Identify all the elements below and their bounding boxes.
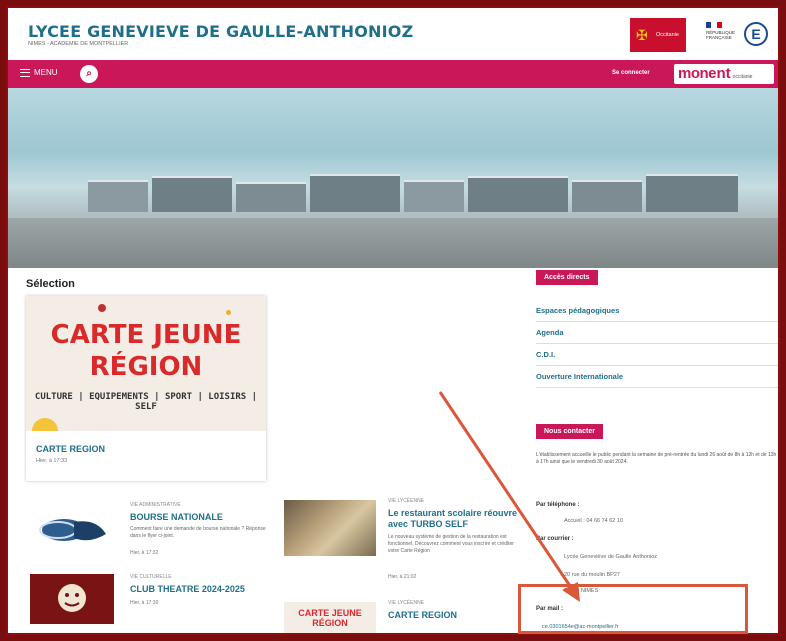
annotation-highlight-box bbox=[518, 584, 748, 634]
article-title[interactable]: CLUB THEATRE 2024-2025 bbox=[130, 584, 270, 595]
region-logo[interactable]: ✠ Occitanie bbox=[630, 18, 686, 52]
phone-value[interactable]: Accueil : 04 66 74 62 10 bbox=[564, 518, 623, 524]
ent-logo-mon: mon bbox=[678, 65, 709, 82]
quick-item-agenda[interactable]: Agenda bbox=[536, 322, 778, 344]
occitanie-cross-icon: ✠ bbox=[636, 27, 648, 43]
carte-jeune-image[interactable]: CARTE JEUNE RÉGION CULTURE | EQUIPEMENTS… bbox=[26, 296, 266, 431]
mail-label: Par courrier : bbox=[536, 536, 574, 542]
thumbnail-line-2: RÉGION bbox=[312, 618, 348, 628]
carte-region-thumbnail[interactable]: CARTE JEUNE RÉGION bbox=[284, 602, 376, 633]
article-description: Le nouveau système de gestion de la rest… bbox=[388, 534, 514, 554]
article-title[interactable]: Le restaurant scolaire réouvre avec TURB… bbox=[388, 508, 518, 530]
image-categories: CULTURE | EQUIPEMENTS | SPORT | LOISIRS … bbox=[34, 392, 258, 412]
article-date: Hier, à 17:30 bbox=[130, 600, 159, 606]
article-card-bourse[interactable]: VIE ADMINISTRATIVE BOURSE NATIONALE Comm… bbox=[26, 498, 276, 568]
ent-logo[interactable]: mon ent occitanie bbox=[674, 64, 774, 84]
ent-logo-ent: ent bbox=[708, 65, 731, 82]
nav-bar: MENU ⌕ Se connecter mon ent occitanie bbox=[8, 60, 778, 88]
featured-article-card[interactable]: CARTE JEUNE RÉGION CULTURE | EQUIPEMENTS… bbox=[26, 296, 266, 481]
quick-access-label: Accès directs bbox=[536, 270, 598, 285]
article-title[interactable]: BOURSE NATIONALE bbox=[130, 512, 270, 523]
browser-frame: LYCEE GENEVIEVE DE GAULLE-ANTHONIOZ NIME… bbox=[6, 6, 780, 635]
article-date: Hier, à 17:32 bbox=[130, 550, 159, 556]
banner-image bbox=[8, 88, 778, 268]
theatre-masks-icon bbox=[58, 584, 86, 612]
theatre-thumbnail[interactable] bbox=[30, 574, 114, 624]
euro-notes-icon bbox=[39, 519, 106, 541]
site-title[interactable]: LYCEE GENEVIEVE DE GAULLE-ANTHONIOZ bbox=[28, 22, 413, 41]
republic-logo: RÉPUBLIQUE FRANÇAISE bbox=[706, 22, 735, 40]
article-date: Hier, à 21:02 bbox=[388, 574, 417, 580]
quick-item-international[interactable]: Ouverture Internationale bbox=[536, 366, 778, 388]
article-title[interactable]: CARTE REGION bbox=[388, 610, 518, 621]
article-category: VIE LYCÉENNE bbox=[388, 498, 425, 504]
french-flag-icon bbox=[706, 22, 722, 28]
image-headline-2: RÉGION bbox=[89, 352, 203, 382]
article-category: VIE ADMINISTRATIVE bbox=[130, 502, 181, 508]
education-logo: E bbox=[744, 22, 768, 46]
menu-label: MENU bbox=[34, 68, 58, 77]
selection-title: Sélection bbox=[26, 278, 75, 290]
decoration-dot bbox=[226, 310, 231, 315]
article-card-carte-region[interactable]: CARTE JEUNE RÉGION VIE LYCÉENNE CARTE RE… bbox=[284, 598, 524, 633]
quick-item-cdi[interactable]: C.D.I. bbox=[536, 344, 778, 366]
site-subtitle: NIMES - ACADEMIE DE MONTPELLIER bbox=[28, 41, 129, 47]
decoration-blob bbox=[32, 418, 58, 431]
school-building-illustration bbox=[88, 174, 738, 212]
bourse-thumbnail[interactable] bbox=[26, 504, 116, 554]
featured-article-date: Hier, à 17:33 bbox=[36, 458, 68, 464]
region-logo-text: Occitanie bbox=[656, 31, 679, 38]
site-header: LYCEE GENEVIEVE DE GAULLE-ANTHONIOZ NIME… bbox=[8, 8, 778, 60]
restaurant-thumbnail[interactable] bbox=[284, 500, 376, 556]
image-headline-1: CARTE JEUNE bbox=[50, 320, 242, 350]
featured-article-title[interactable]: CARTE REGION bbox=[36, 444, 105, 454]
article-card-restaurant[interactable]: VIE LYCÉENNE Le restaurant scolaire réou… bbox=[284, 494, 524, 584]
decoration-dot bbox=[98, 304, 106, 312]
mail-line-2: 20 rue du moulin BP27 bbox=[564, 572, 620, 578]
ent-logo-region: occitanie bbox=[732, 74, 753, 80]
republic-logo-text: RÉPUBLIQUE FRANÇAISE bbox=[706, 30, 736, 40]
phone-label: Par téléphone : bbox=[536, 502, 580, 508]
banner-ground bbox=[8, 218, 778, 268]
login-link[interactable]: Se connecter bbox=[612, 70, 650, 76]
search-icon: ⌕ bbox=[86, 68, 92, 79]
article-category: VIE LYCÉENNE bbox=[388, 600, 425, 606]
article-category: VIE CULTURELLE bbox=[130, 574, 172, 580]
article-description: Comment faire une demande de bourse nati… bbox=[130, 526, 266, 539]
thumbnail-line-1: CARTE JEUNE bbox=[298, 608, 362, 618]
contact-label: Nous contacter bbox=[536, 424, 603, 439]
search-button[interactable]: ⌕ bbox=[80, 65, 98, 83]
contact-text: L'établissement accueille le public pend… bbox=[536, 452, 777, 465]
quick-item-espaces[interactable]: Espaces pédagogiques bbox=[536, 300, 778, 322]
article-card-theatre[interactable]: VIE CULTURELLE CLUB THEATRE 2024-2025 Hi… bbox=[26, 570, 276, 626]
quick-access-list: Espaces pédagogiques Agenda C.D.I. Ouver… bbox=[536, 300, 778, 388]
hamburger-icon bbox=[20, 68, 30, 77]
menu-button[interactable]: MENU bbox=[20, 68, 58, 77]
mail-line-1: Lycée Geneviève de Gaulle Anthonioz bbox=[564, 554, 658, 560]
